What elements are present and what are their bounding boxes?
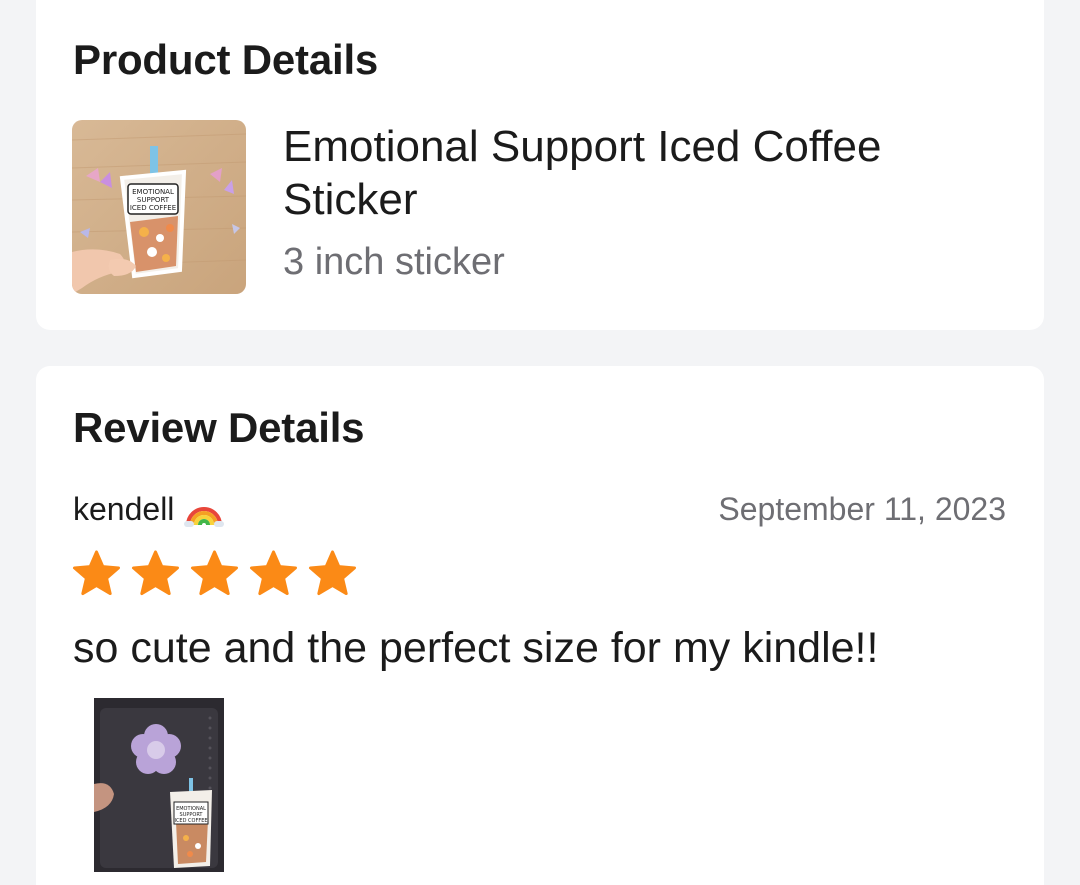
rainbow-emoji-icon [184,489,225,529]
sticker-text-line-3: ICED COFFEE [130,204,176,212]
product-thumbnail-image: EMOTIONAL SUPPORT ICED COFFEE [72,120,246,294]
sticker-text-line-1: EMOTIONAL [132,188,174,196]
star-icon-5 [309,550,356,596]
review-date: September 11, 2023 [718,491,1006,527]
sticker-text-line-2: SUPPORT [137,196,170,204]
star-icon-3 [191,550,238,596]
star-icon-1 [73,550,120,596]
product-details-card: Product Details EMOTIONAL SUPPORT ICED C… [36,0,1044,330]
reviewer-name: kendell [73,490,175,527]
star-icon-4 [250,550,297,596]
review-photo[interactable]: EMOTIONAL SUPPORT ICED COFFEE [94,698,224,872]
review-text: so cute and the perfect size for my kind… [73,624,879,672]
review-details-title: Review Details [73,404,365,451]
star-rating [72,550,357,597]
product-details-title: Product Details [73,36,379,83]
product-thumbnail[interactable]: EMOTIONAL SUPPORT ICED COFFEE [72,120,246,294]
review-photo-image: EMOTIONAL SUPPORT ICED COFFEE [94,698,224,872]
star-icon-2 [132,550,179,596]
page: Product Details EMOTIONAL SUPPORT ICED C… [0,0,1080,885]
product-variant: 3 inch sticker [283,241,505,283]
photo-sticker-text-line-3: ICED COFFEE [174,818,207,824]
reviewer: kendell [73,489,225,529]
review-details-card: Review Details kendell September 11, 202… [36,366,1044,885]
product-name[interactable]: Emotional Support Iced Coffee Sticker [283,120,983,226]
